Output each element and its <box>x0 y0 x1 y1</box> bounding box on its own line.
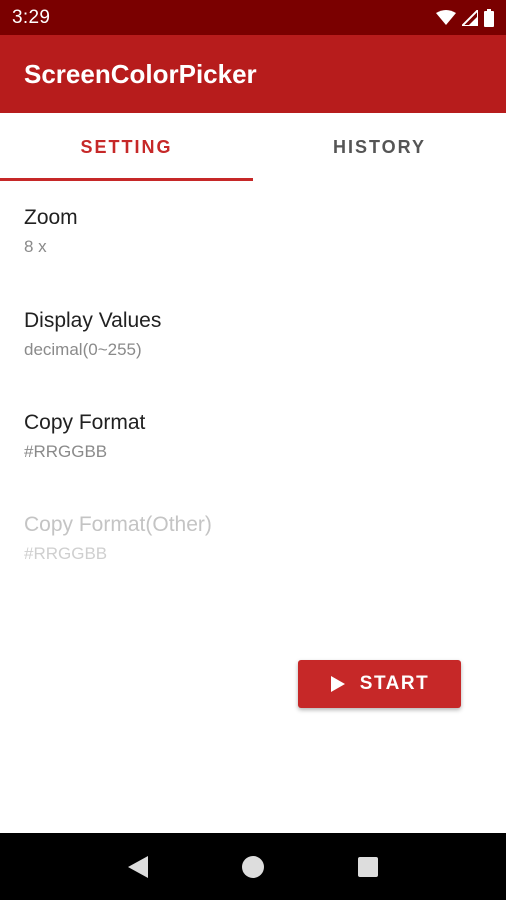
status-bar: 3:29 <box>0 0 506 35</box>
setting-display-values[interactable]: Display Values decimal(0~255) <box>0 283 506 385</box>
screen: 3:29 ScreenColorPicker SETTING HISTORY Z… <box>0 0 506 900</box>
tab-setting[interactable]: SETTING <box>0 113 253 181</box>
start-button-label: START <box>359 673 430 694</box>
back-icon[interactable] <box>118 847 158 887</box>
setting-zoom[interactable]: Zoom 8 x <box>0 181 506 283</box>
setting-title: Copy Format <box>24 411 146 434</box>
navigation-bar <box>0 833 506 900</box>
signal-icon <box>462 9 478 26</box>
tab-bar: SETTING HISTORY <box>0 113 506 181</box>
battery-icon <box>484 8 494 27</box>
play-icon <box>330 676 345 692</box>
app-title: ScreenColorPicker <box>24 58 257 89</box>
home-icon[interactable] <box>233 847 273 887</box>
recents-icon[interactable] <box>348 847 388 887</box>
wifi-icon <box>436 9 456 25</box>
app-bar: ScreenColorPicker <box>0 35 506 113</box>
setting-title: Display Values <box>24 309 162 332</box>
tab-history[interactable]: HISTORY <box>253 113 506 181</box>
status-time: 3:29 <box>12 6 51 28</box>
setting-value: 8 x <box>24 237 47 256</box>
setting-value: #RRGGBB <box>24 544 108 563</box>
setting-value: decimal(0~255) <box>24 340 142 359</box>
setting-copy-format[interactable]: Copy Format #RRGGBB <box>0 385 506 487</box>
setting-title: Zoom <box>24 206 78 229</box>
status-icons <box>436 8 494 27</box>
start-button[interactable]: START <box>298 660 461 708</box>
setting-copy-format-other: Copy Format(Other) #RRGGBB <box>0 487 506 589</box>
setting-title: Copy Format(Other) <box>24 513 212 536</box>
setting-value: #RRGGBB <box>24 442 108 461</box>
